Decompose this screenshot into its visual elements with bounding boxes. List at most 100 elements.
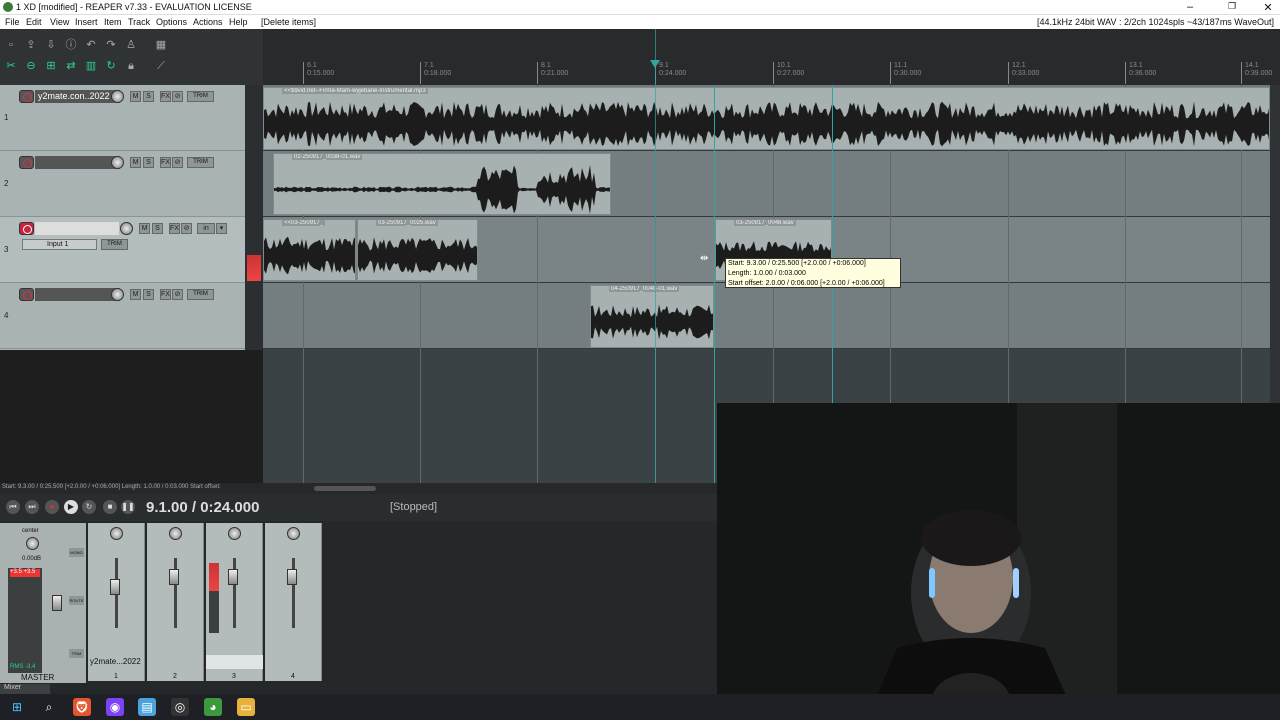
volume-knob[interactable]: [120, 222, 133, 235]
loop-icon[interactable]: ↻: [104, 60, 118, 73]
search-icon[interactable]: ⌕: [40, 698, 58, 716]
mixer-strip-3[interactable]: 3: [206, 523, 263, 681]
audio-status[interactable]: [44.1kHz 24bit WAV : 2/2ch 1024spls ~43/…: [1037, 17, 1274, 27]
master-fader[interactable]: [52, 595, 62, 611]
playhead-marker-icon[interactable]: [650, 60, 660, 68]
undo-icon[interactable]: ↶: [84, 39, 98, 52]
volume-knob[interactable]: [111, 156, 124, 169]
mixer-strip-2[interactable]: 2: [147, 523, 204, 681]
solo-button[interactable]: S: [143, 91, 154, 102]
pan-knob[interactable]: [110, 527, 123, 540]
phase-button[interactable]: ⊘: [172, 157, 183, 168]
fx-button[interactable]: FX: [169, 223, 180, 234]
pause-icon[interactable]: ❚❚: [121, 500, 135, 514]
ripple-icon[interactable]: ✂: [4, 60, 18, 73]
brave-icon[interactable]: 🦁︎: [73, 698, 91, 716]
phase-button[interactable]: ⊘: [181, 223, 192, 234]
media-item-track4[interactable]: 04-250917_0040-01.wav: [590, 285, 714, 348]
menu-item[interactable]: Item: [104, 17, 122, 27]
media-item-track3b[interactable]: 03-250917_0025.wav: [357, 219, 478, 281]
monitor-dropdown[interactable]: ▾: [216, 223, 227, 234]
lock-icon[interactable]: 🔒︎: [124, 60, 138, 73]
track-1[interactable]: 1 y2mate.con..2022 M S FX ⊘ TRIM: [0, 85, 245, 151]
mixer-strip-4[interactable]: 4: [265, 523, 322, 681]
pan-knob[interactable]: [169, 527, 182, 540]
record-arm-button[interactable]: [19, 288, 34, 301]
minimize-icon[interactable]: –: [1180, 1, 1200, 13]
media-item-instrumental[interactable]: <<$$vid.net--Firma-Mam-wyjebane-Instrume…: [263, 87, 1270, 150]
new-project-icon[interactable]: ▫: [4, 39, 18, 52]
obs-icon[interactable]: ◎: [171, 698, 189, 716]
mono-button[interactable]: MONO: [69, 548, 84, 557]
menu-delete-items[interactable]: [Delete items]: [261, 17, 316, 27]
repeat-icon[interactable]: ↻: [82, 500, 96, 514]
reaper-taskbar-icon[interactable]: ◕: [204, 698, 222, 716]
grid-icon[interactable]: ▦: [154, 39, 168, 52]
record-arm-button[interactable]: [19, 90, 34, 103]
windows-start-icon[interactable]: ⊞: [8, 698, 26, 716]
menu-insert[interactable]: Insert: [75, 17, 98, 27]
track-name[interactable]: [35, 222, 119, 235]
project-settings-icon[interactable]: ⓘ: [64, 39, 78, 52]
phase-button[interactable]: ⊘: [172, 289, 183, 300]
pan-knob[interactable]: [287, 527, 300, 540]
monitor-mode-button[interactable]: in: [197, 223, 215, 234]
trim-button[interactable]: TRIM: [187, 289, 214, 300]
go-to-start-icon[interactable]: ⏮: [6, 500, 20, 514]
menu-edit[interactable]: Edit: [26, 17, 42, 27]
fx-button[interactable]: FX: [160, 91, 171, 102]
mute-button[interactable]: M: [130, 289, 141, 300]
track-name[interactable]: [35, 288, 120, 301]
mute-button[interactable]: M: [130, 157, 141, 168]
strip-name[interactable]: [206, 655, 263, 669]
vertical-scrollbar[interactable]: [1270, 85, 1280, 403]
track-4[interactable]: 4 M S FX ⊘ TRIM: [0, 283, 245, 349]
trim-button[interactable]: TRIM: [187, 91, 214, 102]
volume-knob[interactable]: [111, 90, 124, 103]
track-name[interactable]: [35, 156, 120, 169]
trim-button[interactable]: TRIM: [187, 157, 214, 168]
solo-button[interactable]: S: [152, 223, 163, 234]
channel-fader[interactable]: [169, 569, 179, 585]
mute-button[interactable]: M: [130, 91, 141, 102]
track-2[interactable]: 2 M S FX ⊘ TRIM: [0, 151, 245, 217]
metronome-icon[interactable]: ♙: [124, 39, 138, 52]
file-explorer-icon[interactable]: ▭: [237, 698, 255, 716]
input-select[interactable]: Input 1: [22, 239, 97, 250]
timeline-ruler[interactable]: 6.1 0:15.000 7.1 0:18.000 8.1 0:21.000 9.1 0…: [263, 29, 1280, 85]
track-lane[interactable]: [263, 283, 1280, 349]
channel-fader[interactable]: [287, 569, 297, 585]
strip-name[interactable]: y2mate...2022: [90, 657, 141, 666]
mixer-tab[interactable]: Mixer: [0, 684, 50, 694]
track-3[interactable]: 3 M S FX ⊘ in ▾ Input 1 TRIM: [0, 217, 245, 283]
solo-button[interactable]: S: [143, 157, 154, 168]
channel-fader[interactable]: [110, 579, 120, 595]
grid-snap-icon[interactable]: ▥: [84, 60, 98, 73]
restore-icon[interactable]: ❐: [1222, 1, 1242, 12]
horizontal-scrollbar-thumb[interactable]: [314, 486, 376, 491]
phase-button[interactable]: ⊘: [172, 91, 183, 102]
master-trim-button[interactable]: TRIM: [69, 649, 84, 658]
mute-button[interactable]: M: [139, 223, 150, 234]
fx-button[interactable]: FX: [160, 289, 171, 300]
locking-icon[interactable]: ⇄: [64, 60, 78, 73]
close-icon[interactable]: ✕: [1258, 1, 1278, 14]
trim-button[interactable]: TRIM: [101, 239, 128, 250]
item-grouping-icon[interactable]: ⊖: [24, 60, 38, 73]
menu-file[interactable]: File: [5, 17, 20, 27]
solo-button[interactable]: S: [143, 289, 154, 300]
route-button[interactable]: ROUTE: [69, 596, 84, 605]
app-icon[interactable]: ◉: [106, 698, 124, 716]
menu-help[interactable]: Help: [229, 17, 248, 27]
stop-icon[interactable]: ■: [103, 500, 117, 514]
go-to-end-icon[interactable]: ⏭: [25, 500, 39, 514]
play-icon[interactable]: ▶: [64, 500, 78, 514]
menu-track[interactable]: Track: [128, 17, 150, 27]
menu-view[interactable]: View: [50, 17, 69, 27]
media-item-track2[interactable]: 02-250917_0038-01.wav: [273, 153, 611, 215]
redo-icon[interactable]: ↷: [104, 39, 118, 52]
mixer-strip-1[interactable]: y2mate...2022 1: [88, 523, 145, 681]
envelope-icon[interactable]: ⟋: [154, 60, 168, 73]
menu-actions[interactable]: Actions: [193, 17, 223, 27]
volume-knob[interactable]: [111, 288, 124, 301]
